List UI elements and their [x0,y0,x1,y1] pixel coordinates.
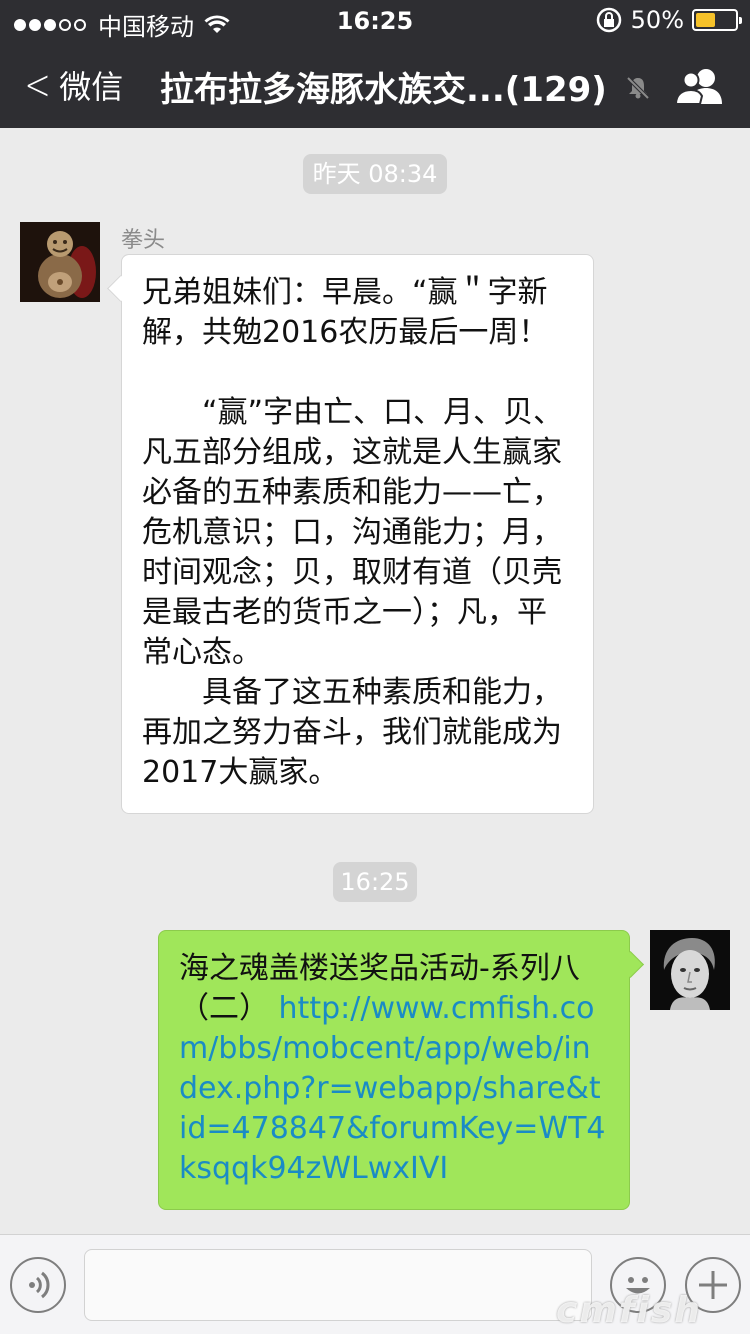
back-label: 微信 [59,68,124,106]
my-avatar[interactable] [650,930,730,1010]
incoming-message-text: 兄弟姐妹们：早晨。“赢＂字新解，共勉2016农历最后一周！ “赢”字由亡、口、月… [142,275,564,790]
chat-header: < 微信 拉布拉多海豚水族交...(129) [0,40,750,128]
battery-percent: 50% [630,6,684,34]
sender-name: 拳头 [121,228,166,253]
group-members-icon[interactable] [674,66,726,106]
mute-bell-icon [626,76,650,100]
incoming-message-bubble[interactable]: 兄弟姐妹们：早晨。“赢＂字新解，共勉2016农历最后一周！ “赢”字由亡、口、月… [121,254,594,814]
back-button[interactable]: < 微信 [20,62,123,108]
message-input[interactable] [84,1249,592,1321]
voice-icon [29,1271,50,1299]
message-timestamp: 昨天 08:34 [303,154,447,194]
sender-avatar[interactable] [20,222,100,302]
outgoing-message-bubble[interactable]: 海之魂盖楼送奖品活动-系列八（二） http://www.cmfish.com/… [158,930,630,1210]
chevron-left-icon: < [24,60,51,109]
message-timestamp: 16:25 [333,862,417,902]
rotation-lock-icon [596,7,621,33]
voice-input-button[interactable] [10,1257,66,1313]
battery-icon [692,9,742,31]
outgoing-message-content: 海之魂盖楼送奖品活动-系列八（二） http://www.cmfish.com/… [179,949,609,1189]
buddha-figure-icon [20,222,100,302]
chat-title: 拉布拉多海豚水族交...(129) [160,70,607,110]
status-bar: 中国移动 16:25 50% [0,0,750,41]
watermark-logo: cmfish [556,1290,702,1331]
portrait-photo-icon [650,930,730,1010]
status-right: 50% [595,6,742,34]
